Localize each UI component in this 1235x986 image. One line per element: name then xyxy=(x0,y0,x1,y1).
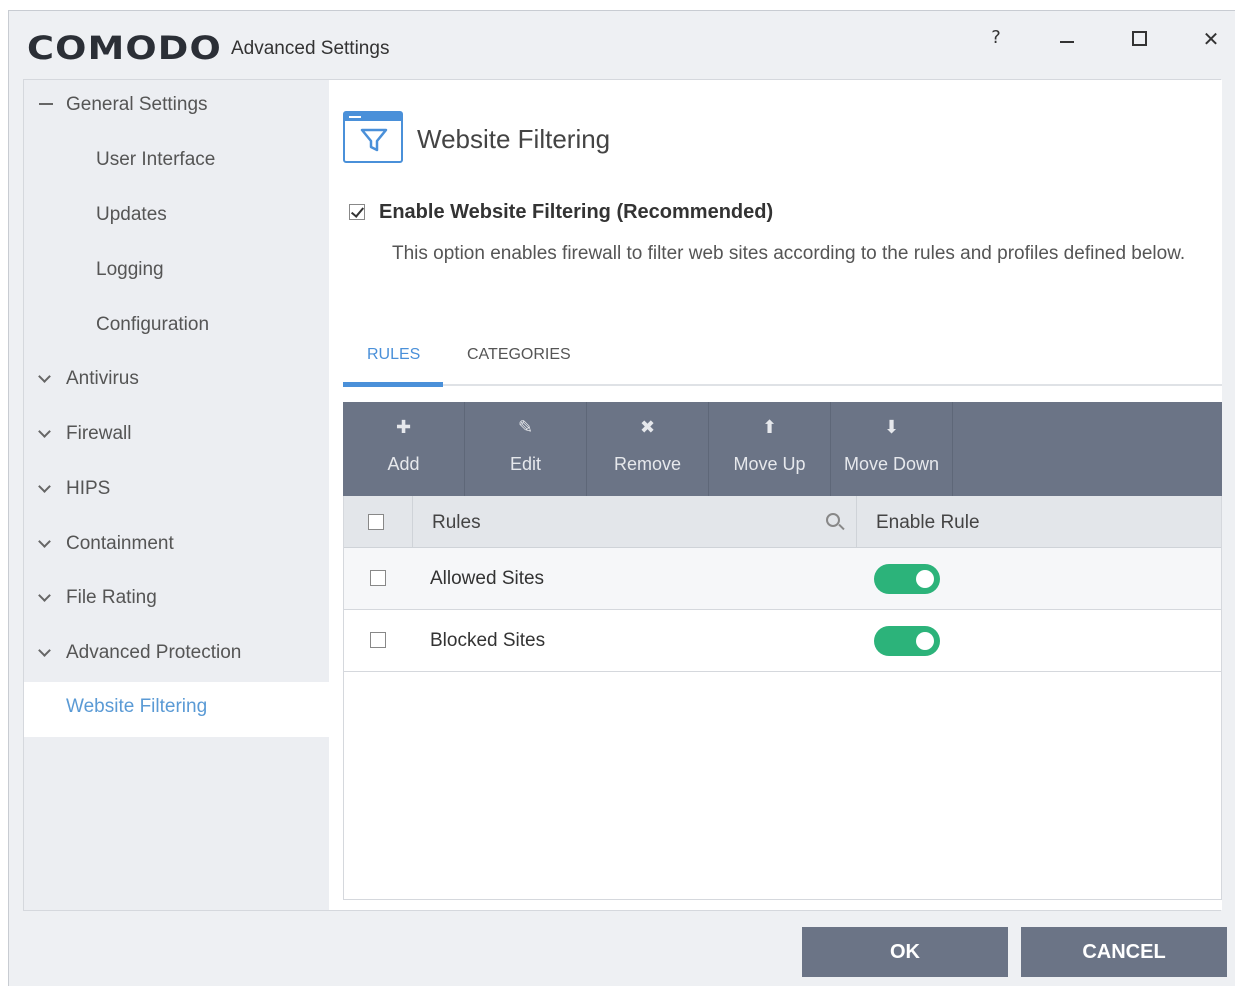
enable-website-filtering-checkbox[interactable] xyxy=(349,203,365,220)
arrow-up-icon: ⬆ xyxy=(761,417,778,438)
sidebar-item-firewall[interactable]: Firewall xyxy=(24,409,329,464)
window-title: Advanced Settings xyxy=(231,38,390,59)
minus-icon xyxy=(38,94,54,114)
filter-icon xyxy=(343,111,403,163)
sidebar-item-label: Updates xyxy=(96,204,167,225)
help-button[interactable]: ? xyxy=(976,27,1016,53)
sidebar-item-advanced-protection[interactable]: Advanced Protection xyxy=(24,628,329,683)
sidebar-item-hips[interactable]: HIPS xyxy=(24,464,329,519)
sidebar-item-label: Configuration xyxy=(96,314,210,335)
enable-website-filtering-row: Enable Website Filtering (Recommended) xyxy=(349,201,773,225)
sidebar-item-label: Logging xyxy=(96,259,164,280)
chevron-down-icon xyxy=(38,368,54,388)
plus-icon: ✚ xyxy=(395,417,412,438)
sidebar-item-label: Antivirus xyxy=(66,368,139,389)
sidebar-item-updates[interactable]: Updates xyxy=(24,190,329,245)
x-icon: ✖ xyxy=(639,417,656,438)
minimize-icon xyxy=(1060,41,1074,43)
sidebar-item-user-interface[interactable]: User Interface xyxy=(24,135,329,190)
minimize-button[interactable] xyxy=(1047,27,1087,53)
move-up-label: Move Up xyxy=(733,454,806,474)
row-checkbox[interactable] xyxy=(370,632,386,648)
cancel-button[interactable]: CANCEL xyxy=(1021,927,1227,977)
row-checkbox[interactable] xyxy=(370,570,386,586)
edit-button[interactable]: ✎ Edit xyxy=(465,402,587,496)
enable-website-filtering-label[interactable]: Enable Website Filtering (Recommended) xyxy=(379,201,773,224)
enable-rule-toggle[interactable] xyxy=(874,564,940,594)
sidebar-item-label: Website Filtering xyxy=(66,696,208,717)
advanced-settings-window: COMODO Advanced Settings ? ✕ General Set… xyxy=(8,10,1235,986)
column-header-enable-rule[interactable]: Enable Rule xyxy=(876,512,980,534)
rule-name: Blocked Sites xyxy=(430,630,546,651)
edit-label: Edit xyxy=(509,454,542,474)
tab-rules[interactable]: RULES xyxy=(367,346,420,364)
enable-rule-toggle[interactable] xyxy=(874,626,940,656)
column-header-rules[interactable]: Rules xyxy=(432,512,481,534)
table-header: Rules Enable Rule xyxy=(344,496,1221,548)
sidebar-item-containment[interactable]: Containment xyxy=(24,519,329,574)
page-title: Website Filtering xyxy=(417,124,611,154)
sidebar-item-configuration[interactable]: Configuration xyxy=(24,300,329,355)
sidebar-item-label: Containment xyxy=(66,533,174,554)
remove-label: Remove xyxy=(613,454,682,474)
rules-toolbar: ✚ Add ✎ Edit ✖ Remove ⬆ Move Up ⬇ Move D… xyxy=(343,402,1222,496)
maximize-icon xyxy=(1132,31,1147,46)
chevron-down-icon xyxy=(38,478,54,498)
sidebar-item-antivirus[interactable]: Antivirus xyxy=(24,354,329,409)
chevron-down-icon xyxy=(38,642,54,662)
sidebar-item-label: Firewall xyxy=(66,423,132,444)
sidebar-item-website-filtering[interactable]: Website Filtering xyxy=(24,682,329,737)
settings-content: General Settings User Interface Updates … xyxy=(23,79,1222,911)
move-up-button[interactable]: ⬆ Move Up xyxy=(709,402,831,496)
main-panel: Website Filtering Enable Website Filteri… xyxy=(329,80,1222,910)
chevron-down-icon xyxy=(38,587,54,607)
remove-button[interactable]: ✖ Remove xyxy=(587,402,709,496)
arrow-down-icon: ⬇ xyxy=(883,417,900,438)
sidebar-item-general-settings[interactable]: General Settings xyxy=(24,80,329,135)
table-row[interactable]: Blocked Sites xyxy=(344,610,1221,672)
add-button[interactable]: ✚ Add xyxy=(343,402,465,496)
pencil-icon: ✎ xyxy=(517,417,534,438)
chevron-down-icon xyxy=(38,533,54,553)
sidebar-item-file-rating[interactable]: File Rating xyxy=(24,573,329,628)
ok-button[interactable]: OK xyxy=(802,927,1008,977)
sidebar-item-label: General Settings xyxy=(66,94,208,115)
enable-description: This option enables firewall to filter w… xyxy=(392,243,1186,264)
select-all-checkbox[interactable] xyxy=(368,514,384,530)
rules-table: Rules Enable Rule Allowed Sites Blocked … xyxy=(343,496,1222,900)
tab-categories[interactable]: CATEGORIES xyxy=(467,346,571,364)
sidebar-item-label: HIPS xyxy=(66,478,111,499)
comodo-logo: COMODO xyxy=(27,29,222,67)
sidebar-item-logging[interactable]: Logging xyxy=(24,245,329,300)
sidebar-item-label: File Rating xyxy=(66,587,157,608)
move-down-label: Move Down xyxy=(843,454,940,474)
active-tab-indicator xyxy=(343,382,443,387)
search-icon[interactable] xyxy=(826,513,846,533)
maximize-button[interactable] xyxy=(1119,27,1159,53)
sidebar-item-label: Advanced Protection xyxy=(66,642,242,663)
chevron-down-icon xyxy=(38,423,54,443)
tab-bar: RULES CATEGORIES xyxy=(343,332,1222,387)
rule-name: Allowed Sites xyxy=(430,568,545,589)
close-button[interactable]: ✕ xyxy=(1191,27,1231,53)
title-bar: COMODO Advanced Settings ? ✕ xyxy=(9,11,1235,79)
table-row[interactable]: Allowed Sites xyxy=(344,548,1221,610)
move-down-button[interactable]: ⬇ Move Down xyxy=(831,402,953,496)
add-label: Add xyxy=(387,454,420,474)
sidebar-item-label: User Interface xyxy=(96,149,216,170)
sidebar: General Settings User Interface Updates … xyxy=(24,80,329,910)
